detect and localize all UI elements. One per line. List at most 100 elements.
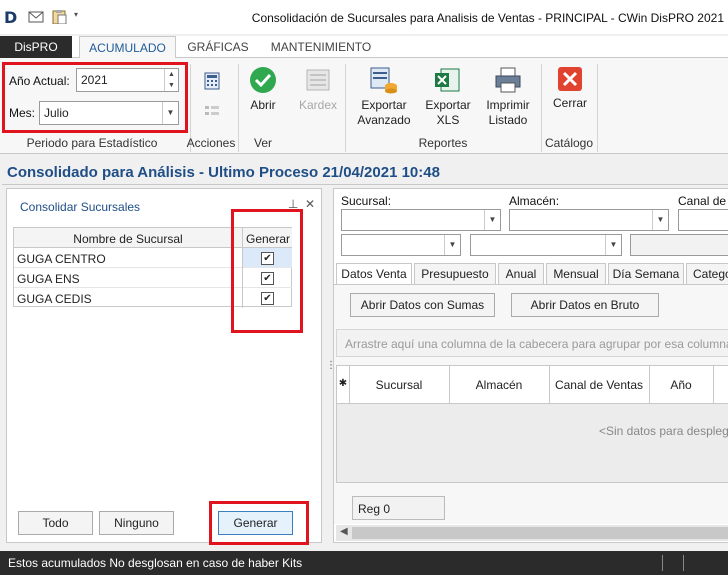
- grid-header: Nombre de Sucursal Generar: [14, 228, 292, 248]
- page-title: Consolidado para Análisis - Ultimo Proce…: [7, 164, 440, 181]
- generar-checkbox[interactable]: ✔: [261, 272, 274, 285]
- column-header-sucursal[interactable]: Sucursal: [349, 378, 449, 392]
- kardex-button[interactable]: Kardex: [295, 66, 341, 113]
- abrir-button[interactable]: Abrir: [244, 66, 282, 113]
- consolidar-sucursales-panel: Consolidar Sucursales ⊥ ✕ Nombre de Sucu…: [6, 188, 322, 545]
- datos-grid: ✱ Sucursal Almacén Canal de Ventas Año <…: [336, 365, 728, 483]
- column-divider: [242, 228, 243, 308]
- exportar-avanzado-label-1: Exportar: [361, 98, 407, 112]
- tab-dispro[interactable]: DisPRO: [0, 36, 72, 58]
- status-divider: [662, 555, 663, 571]
- horizontal-scrollbar[interactable]: ◀: [336, 525, 728, 541]
- anio-value: 2021: [81, 73, 108, 87]
- column-header-nombre[interactable]: Nombre de Sucursal: [14, 232, 242, 246]
- cerrar-label: Cerrar: [552, 96, 587, 110]
- exportar-avanzado-button[interactable]: Exportar Avanzado: [352, 66, 416, 128]
- canal-select[interactable]: [678, 209, 728, 231]
- catalogo-group-label: Catálogo: [544, 136, 594, 150]
- table-row[interactable]: GUGA CENTRO ✔: [14, 248, 292, 268]
- printer-icon: [495, 67, 521, 93]
- tab-graficas[interactable]: GRÁFICAS: [182, 36, 254, 58]
- datos-venta-tab-content: Abrir Datos con Sumas Abrir Datos en Bru…: [334, 284, 728, 524]
- mes-value: Julio: [44, 106, 69, 120]
- tab-dia-semana[interactable]: Día Semana: [608, 263, 684, 285]
- app-logo: D: [4, 8, 18, 27]
- column-header-canal[interactable]: Canal de Ventas: [549, 378, 649, 392]
- column-header-anio[interactable]: Año: [649, 378, 713, 392]
- group-by-area[interactable]: Arrastre aquí una columna de la cabecera…: [336, 329, 728, 357]
- no-data-message: <Sin datos para desplega: [599, 424, 728, 438]
- column-header-generar[interactable]: Generar: [243, 232, 293, 246]
- chevron-down-icon[interactable]: ▼: [605, 235, 621, 255]
- ribbon-tabs: DisPRO ACUMULADO GRÁFICAS MANTENIMIENTO: [0, 36, 728, 59]
- record-count: Reg 0: [352, 496, 445, 520]
- clipboard-icon[interactable]: [51, 10, 67, 24]
- sucursal-label: Sucursal:: [341, 194, 392, 208]
- tab-presupuesto[interactable]: Presupuesto: [414, 263, 496, 285]
- exportar-xls-label-1: Exportar: [425, 98, 471, 112]
- almacen-select[interactable]: ▼: [509, 209, 669, 231]
- periodo-group-label: Periodo para Estadístico: [26, 136, 158, 150]
- record-count-text: Reg 0: [358, 502, 391, 516]
- close-icon: [558, 67, 582, 91]
- todo-button[interactable]: Todo: [18, 511, 93, 535]
- exportar-xls-button[interactable]: Exportar XLS: [420, 66, 476, 128]
- asterisk-icon: ✱: [338, 378, 348, 389]
- generar-checkbox[interactable]: ✔: [261, 292, 274, 305]
- status-divider: [683, 555, 684, 571]
- customize-toolbar-icon[interactable]: ▾: [74, 10, 78, 19]
- ver-group-label: Ver: [253, 136, 272, 150]
- filter-select-3[interactable]: [630, 234, 728, 256]
- abrir-sumas-button[interactable]: Abrir Datos con Sumas: [350, 293, 495, 317]
- mes-select[interactable]: Julio ▼: [39, 101, 179, 125]
- cerrar-button[interactable]: Cerrar: [550, 66, 590, 111]
- generar-checkbox[interactable]: ✔: [261, 252, 274, 265]
- chevron-down-icon[interactable]: ▼: [652, 210, 668, 230]
- status-text: Estos acumulados No desglosan en caso de…: [8, 556, 303, 570]
- almacen-label: Almacén:: [509, 194, 560, 208]
- generar-button[interactable]: Generar: [218, 511, 293, 535]
- imprimir-label-2: Listado: [488, 113, 528, 127]
- table-row[interactable]: GUGA ENS ✔: [14, 268, 292, 288]
- imprimir-label-1: Imprimir: [486, 98, 530, 112]
- datos-panel: Sucursal: Almacén: Canal de V ▼ ▼ ▼ ▼ Da…: [333, 188, 728, 543]
- column-header-almacen[interactable]: Almacén: [449, 378, 549, 392]
- chevron-down-icon[interactable]: ▼: [444, 235, 460, 255]
- chevron-down-icon[interactable]: ▼: [484, 210, 500, 230]
- tab-anual[interactable]: Anual: [498, 263, 544, 285]
- tab-datos-venta[interactable]: Datos Venta: [336, 263, 412, 285]
- pin-icon[interactable]: ⊥: [288, 197, 298, 211]
- ribbon: Año Actual: 2021 ▲ ▼ Mes: Julio ▼ Periodo…: [0, 58, 728, 154]
- table-row[interactable]: GUGA CEDIS ✔: [14, 288, 292, 308]
- column-divider: [713, 366, 714, 404]
- list-icon: [205, 106, 219, 115]
- window-title: Consolidación de Sucursales para Analisi…: [251, 11, 724, 25]
- check-circle-icon: [250, 67, 276, 93]
- tab-mensual[interactable]: Mensual: [546, 263, 606, 285]
- mes-label: Mes:: [9, 106, 36, 120]
- mail-icon[interactable]: [28, 10, 44, 24]
- ribbon-separator: [597, 64, 598, 152]
- sucursal-select[interactable]: ▼: [341, 209, 501, 231]
- tab-mantenimiento[interactable]: MANTENIMIENTO: [262, 36, 380, 58]
- anio-spinner[interactable]: 2021 ▲ ▼: [76, 68, 179, 92]
- filter-select-2[interactable]: ▼: [470, 234, 622, 256]
- chevron-down-icon[interactable]: ▼: [162, 102, 178, 124]
- close-panel-icon[interactable]: ✕: [305, 197, 315, 211]
- scrollbar-thumb[interactable]: [352, 527, 728, 539]
- panel-title: Consolidar Sucursales: [20, 200, 141, 214]
- export-database-icon: [370, 67, 397, 94]
- filter-select-1[interactable]: ▼: [341, 234, 461, 256]
- tab-acumulado[interactable]: ACUMULADO: [79, 36, 176, 59]
- spinner-arrows-icon[interactable]: ▲ ▼: [164, 69, 178, 91]
- anio-label: Año Actual:: [9, 74, 70, 88]
- status-bar: Estos acumulados No desglosan en caso de…: [0, 551, 728, 575]
- imprimir-listado-button[interactable]: Imprimir Listado: [480, 66, 536, 128]
- tab-categoria[interactable]: Catego: [686, 263, 728, 285]
- ninguno-button[interactable]: Ninguno: [99, 511, 174, 535]
- scroll-left-icon[interactable]: ◀: [340, 526, 348, 537]
- abrir-bruto-button[interactable]: Abrir Datos en Bruto: [511, 293, 659, 317]
- calculator-icon[interactable]: [204, 72, 220, 90]
- sucursal-name: GUGA CENTRO: [17, 252, 106, 266]
- kardex-label: Kardex: [298, 98, 338, 112]
